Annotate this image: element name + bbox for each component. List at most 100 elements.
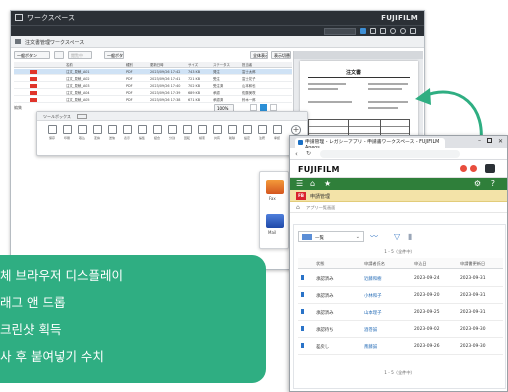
gear-icon[interactable] bbox=[400, 28, 406, 34]
row-status: 承認済 bbox=[213, 98, 224, 102]
user-icon[interactable] bbox=[485, 164, 495, 173]
show-all-button[interactable]: 全体表示 bbox=[250, 51, 268, 59]
url-field[interactable] bbox=[320, 150, 460, 158]
next-page-button[interactable] bbox=[270, 104, 277, 111]
tool-approve[interactable]: 承認 bbox=[268, 125, 286, 151]
pdf-icon bbox=[30, 70, 37, 74]
row-status: 承認待ち bbox=[316, 328, 334, 333]
row-owner: 富士花子 bbox=[242, 77, 256, 81]
column-header[interactable]: 種別 bbox=[126, 63, 133, 67]
column-header[interactable]: 名前 bbox=[66, 63, 73, 67]
column-header[interactable]: 申請書更新日 bbox=[460, 261, 485, 267]
refresh-icon[interactable] bbox=[54, 51, 64, 59]
hamburger-icon[interactable]: ☰ bbox=[296, 179, 303, 189]
chart-line-icon[interactable]: 〰 bbox=[370, 232, 378, 241]
row-type: PDF bbox=[126, 77, 133, 81]
record-list-panel: 一覧 ⌄ 〰 ▽ ▮ 1 - 5（全件中） 状態 申請者氏名 申込日 申請書更新… bbox=[293, 224, 506, 389]
column-header[interactable]: ステータス bbox=[213, 63, 230, 67]
browser-tab[interactable]: 申請管理 - レガシーアプリ - 申請書ワークスペース - FUJIFILM A… bbox=[295, 138, 445, 151]
table-row[interactable]: 承認待ち 酒巻誠 2023-09-02 2023-09-30 bbox=[298, 321, 503, 338]
column-header[interactable]: 状態 bbox=[316, 261, 324, 267]
toolbox-select[interactable] bbox=[77, 114, 87, 119]
switch-view-button[interactable]: 表示切替 bbox=[271, 51, 291, 59]
grid-view-icon[interactable] bbox=[360, 28, 366, 34]
row-marker-icon bbox=[301, 292, 304, 297]
merge-icon bbox=[153, 125, 162, 134]
add-tool-button[interactable]: + bbox=[291, 125, 301, 135]
row-type: PDF bbox=[126, 70, 133, 74]
send-icon[interactable] bbox=[380, 28, 386, 34]
row-apply-date: 2023-09-20 bbox=[414, 293, 440, 298]
minimize-icon[interactable]: – bbox=[478, 137, 481, 144]
view-button[interactable]: 一般ボタン bbox=[104, 51, 124, 59]
page-button[interactable] bbox=[260, 104, 267, 111]
back-icon[interactable]: ‹ bbox=[295, 150, 298, 158]
row-name-link[interactable]: 山本理子 bbox=[364, 310, 382, 316]
star-icon[interactable]: ★ bbox=[324, 179, 331, 189]
app-header: FUJIFILM bbox=[290, 160, 507, 178]
app-title-bar: FB 申請管理 bbox=[290, 190, 507, 202]
view-select[interactable]: 一覧 ⌄ bbox=[298, 231, 364, 242]
row-name-link[interactable]: 小林和子 bbox=[364, 293, 382, 299]
callout-line: 체 브라우저 디스플레이 bbox=[0, 268, 123, 283]
trash-icon bbox=[228, 125, 237, 134]
filter-icon[interactable]: ▽ bbox=[394, 232, 400, 241]
table-row[interactable]: 承認済み 山本理子 2023-09-25 2023-09-31 bbox=[298, 304, 503, 321]
settings-icon[interactable]: ⚙ bbox=[474, 179, 481, 189]
fax-tray-icon[interactable] bbox=[266, 180, 284, 194]
column-header[interactable]: サイズ bbox=[188, 63, 198, 67]
document-list: 一般ボタン 閲覧中 一般ボタン 全体表示 表示切替 名前 種別 更新日時 サイズ… bbox=[14, 51, 292, 109]
column-header[interactable]: 更新日時 bbox=[150, 63, 164, 67]
help-icon[interactable] bbox=[390, 28, 396, 34]
share-icon[interactable] bbox=[370, 28, 376, 34]
row-size: 689 KB bbox=[188, 91, 201, 95]
row-updated-date: 2023-09-31 bbox=[460, 276, 486, 281]
table-row[interactable]: 注文_見積_A04 PDF 2023/09/26 17:39 689 KB 承認… bbox=[14, 90, 292, 96]
share-icon bbox=[213, 125, 222, 134]
help-icon[interactable]: ? bbox=[491, 179, 495, 189]
toolbox-panel: ツールボックス 保存 印刷 取込 変換 送信 表示 編集 結合 分割 回転 検索… bbox=[36, 111, 308, 156]
table-row[interactable]: 注文_見積_A03 PDF 2023/09/26 17:40 702 KB 受注… bbox=[14, 83, 292, 89]
table-row[interactable]: 差戻し 斎藤誠 2023-09-26 2023-09-30 bbox=[298, 338, 503, 355]
bar-chart-icon[interactable]: ▮ bbox=[408, 232, 412, 241]
browser-tabstrip: 申請管理 - レガシーアプリ - 申請書ワークスペース - FUJIFILM A… bbox=[290, 136, 507, 151]
row-name-link[interactable]: 近藤和樹 bbox=[364, 276, 382, 282]
home-icon[interactable]: ⌂ bbox=[296, 204, 300, 211]
window-title: ワークスペース bbox=[27, 14, 75, 22]
row-owner: 佐藤美咲 bbox=[242, 91, 256, 95]
text-line bbox=[308, 83, 346, 85]
table-row[interactable]: 承認済み 小林和子 2023-09-20 2023-09-31 bbox=[298, 287, 503, 304]
column-header[interactable]: 申請者氏名 bbox=[364, 261, 385, 267]
breadcrumb-label[interactable]: アプリ一覧画面 bbox=[306, 205, 335, 211]
toolbox-header[interactable]: ツールボックス bbox=[37, 112, 307, 121]
column-header[interactable]: 申込日 bbox=[414, 261, 427, 267]
table-row[interactable]: 承認済み 近藤和樹 2023-09-24 2023-09-31 bbox=[298, 270, 503, 287]
row-status: 発注 bbox=[213, 70, 220, 74]
row-name-link[interactable]: 斎藤誠 bbox=[364, 344, 377, 350]
row-size: 743 KB bbox=[188, 70, 201, 74]
filter-button[interactable]: 閲覧中 bbox=[68, 51, 92, 59]
mail-tray-icon[interactable] bbox=[266, 214, 284, 228]
row-name-link[interactable]: 酒巻誠 bbox=[364, 327, 377, 333]
chevron-down-icon: ⌄ bbox=[355, 234, 360, 240]
table-row[interactable]: 注文_見積_A02 PDF 2023/09/26 17:41 721 KB 受注… bbox=[14, 76, 292, 82]
alert-icon[interactable] bbox=[470, 165, 477, 172]
list-toolbar: 一覧 ⌄ 〰 ▽ ▮ bbox=[298, 231, 503, 243]
search-input[interactable] bbox=[324, 28, 356, 35]
text-line bbox=[368, 107, 398, 109]
notification-icon[interactable] bbox=[460, 165, 467, 172]
user-icon[interactable] bbox=[410, 28, 416, 34]
reload-icon[interactable]: ↻ bbox=[306, 150, 311, 157]
table-row[interactable]: 注文_見積_A05 PDF 2023/09/26 17:38 671 KB 承認… bbox=[14, 97, 292, 103]
filter-select[interactable]: 一般ボタン bbox=[14, 51, 50, 59]
maximize-icon[interactable] bbox=[487, 138, 492, 143]
table-row[interactable]: 注文_見積_A01 PDF 2023/09/26 17:42 743 KB 発注… bbox=[14, 69, 292, 75]
text-line bbox=[368, 83, 408, 85]
mail-tray-label: Mail bbox=[268, 230, 277, 235]
close-icon[interactable]: ✕ bbox=[498, 138, 503, 145]
column-header[interactable]: 担当者 bbox=[242, 63, 252, 67]
feature-callout: 체 브라우저 디스플레이 래그 앤 드롭 크린샷 획득 사 후 붙여넣기 수치 bbox=[0, 255, 266, 383]
home-icon[interactable]: ⌂ bbox=[310, 179, 315, 189]
prev-page-button[interactable] bbox=[250, 104, 257, 111]
row-date: 2023/09/26 17:38 bbox=[150, 98, 181, 102]
